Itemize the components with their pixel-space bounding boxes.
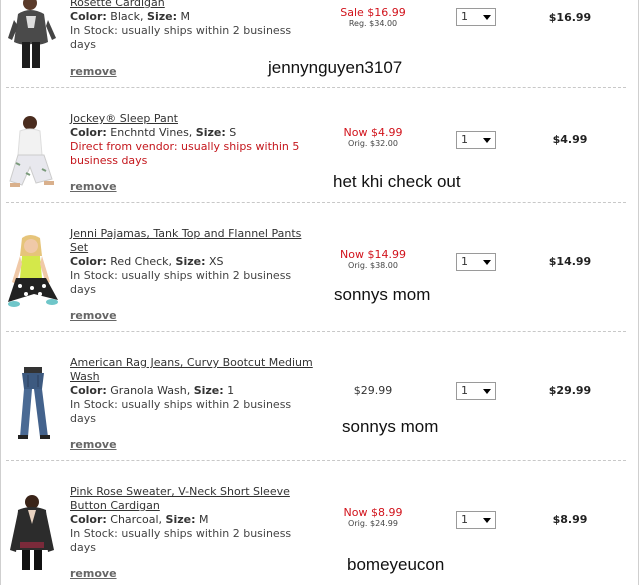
quantity-value: 1 <box>461 133 468 146</box>
size-label: Size: <box>165 513 196 526</box>
color-label: Color: <box>70 10 107 23</box>
stock-status: Direct from vendor: usually ships within… <box>70 140 300 167</box>
quantity-select[interactable]: 1 <box>456 253 496 271</box>
item-total: $4.99 <box>552 133 588 146</box>
overlay-note: sonnys mom <box>342 417 439 436</box>
size-value: 1 <box>227 384 235 397</box>
item-total: $16.99 <box>548 11 592 24</box>
remove-link[interactable]: remove <box>70 567 117 580</box>
chevron-down-icon <box>483 138 491 143</box>
product-image[interactable] <box>6 494 60 572</box>
size-label: Size: <box>175 255 206 268</box>
quantity-select[interactable]: 1 <box>456 382 496 400</box>
color-value: Granola Wash <box>110 384 187 397</box>
color-label: Color: <box>70 126 107 139</box>
regular-price: $29.99 <box>353 384 393 397</box>
overlay-note: sonnys mom <box>330 285 503 305</box>
product-name-link[interactable]: American Rag Jeans, Curvy Bootcut Medium… <box>70 356 313 383</box>
remove-link[interactable]: remove <box>70 438 117 451</box>
remove-link[interactable]: remove <box>70 65 117 78</box>
row-separator <box>6 87 626 88</box>
size-value: S <box>229 126 237 139</box>
color-value: Black <box>110 10 141 23</box>
size-value: XS <box>208 255 224 268</box>
row-separator <box>6 202 626 203</box>
color-value: Charcoal <box>110 513 159 526</box>
size-label: Size: <box>193 384 224 397</box>
product-name-link[interactable]: Pink Rose Sweater, V-Neck Short Sleeve B… <box>70 485 290 512</box>
product-image[interactable] <box>6 367 60 441</box>
sale-price: Now $4.99 <box>343 126 403 139</box>
quantity-value: 1 <box>461 10 468 23</box>
quantity-value: 1 <box>461 384 468 397</box>
overlay-note: jennynguyen3107 <box>268 58 403 77</box>
stock-status: In Stock: usually ships within 2 busines… <box>70 398 292 425</box>
size-label: Size: <box>147 10 178 23</box>
original-price: Orig. $24.99 <box>348 519 398 528</box>
remove-link[interactable]: remove <box>70 180 117 193</box>
row-separator <box>6 460 626 461</box>
chevron-down-icon <box>483 518 491 523</box>
product-name-link[interactable]: Jockey® Sleep Pant <box>70 112 178 125</box>
quantity-value: 1 <box>461 513 468 526</box>
stock-status: In Stock: usually ships within 2 busines… <box>70 24 292 51</box>
overlay-note: het khi check out <box>333 172 461 191</box>
original-price: Orig. $32.00 <box>348 139 398 148</box>
item-total: $29.99 <box>548 384 592 397</box>
sale-price: Now $14.99 <box>340 248 406 261</box>
original-price: Orig. $38.00 <box>348 261 398 270</box>
size-value: M <box>199 513 209 526</box>
product-image[interactable] <box>6 113 60 191</box>
quantity-value: 1 <box>461 255 468 268</box>
quantity-select[interactable]: 1 <box>456 511 496 529</box>
product-image[interactable] <box>6 234 60 314</box>
product-image[interactable] <box>6 0 60 70</box>
item-total: $14.99 <box>548 255 592 268</box>
row-separator <box>6 331 626 332</box>
sale-price: Sale $16.99 <box>340 6 406 19</box>
color-label: Color: <box>70 384 107 397</box>
color-label: Color: <box>70 513 107 526</box>
quantity-select[interactable]: 1 <box>456 131 496 149</box>
size-value: M <box>180 10 191 23</box>
stock-status: In Stock: usually ships within 2 busines… <box>70 527 292 554</box>
product-name-link[interactable]: Rosette Cardigan <box>70 0 165 9</box>
color-value: Enchntd Vines <box>110 126 189 139</box>
color-value: Red Check <box>110 255 169 268</box>
product-name-link[interactable]: Jenni Pajamas, Tank Top and Flannel Pant… <box>70 227 301 254</box>
chevron-down-icon <box>483 15 491 20</box>
item-total: $8.99 <box>552 513 588 526</box>
size-label: Size: <box>195 126 226 139</box>
quantity-select[interactable]: 1 <box>456 8 496 26</box>
overlay-note: bomeyeucon <box>347 555 445 574</box>
original-price: Reg. $34.00 <box>348 19 398 28</box>
color-label: Color: <box>70 255 107 268</box>
sale-price: Now $8.99 <box>343 506 403 519</box>
stock-status: In Stock: usually ships within 2 busines… <box>70 269 292 296</box>
chevron-down-icon <box>483 389 491 394</box>
chevron-down-icon <box>483 260 491 265</box>
remove-link[interactable]: remove <box>70 309 117 322</box>
